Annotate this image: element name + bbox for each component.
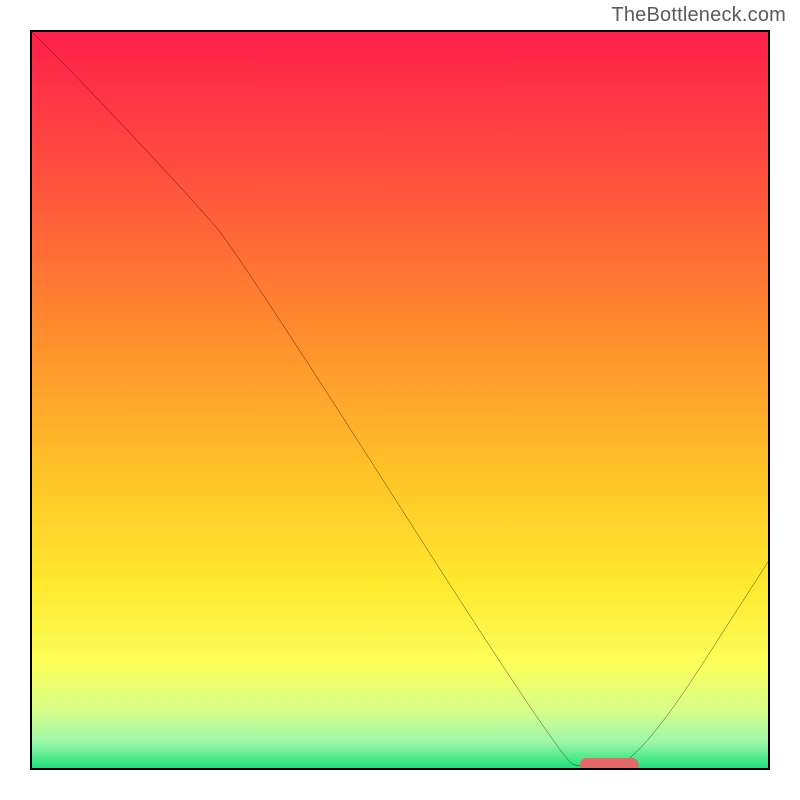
chart-plot-area [30,30,770,770]
bottleneck-chart: TheBottleneck.com [0,0,800,800]
optimal-range-marker [580,758,639,770]
attribution-text: TheBottleneck.com [611,4,786,27]
chart-curve [32,32,768,768]
